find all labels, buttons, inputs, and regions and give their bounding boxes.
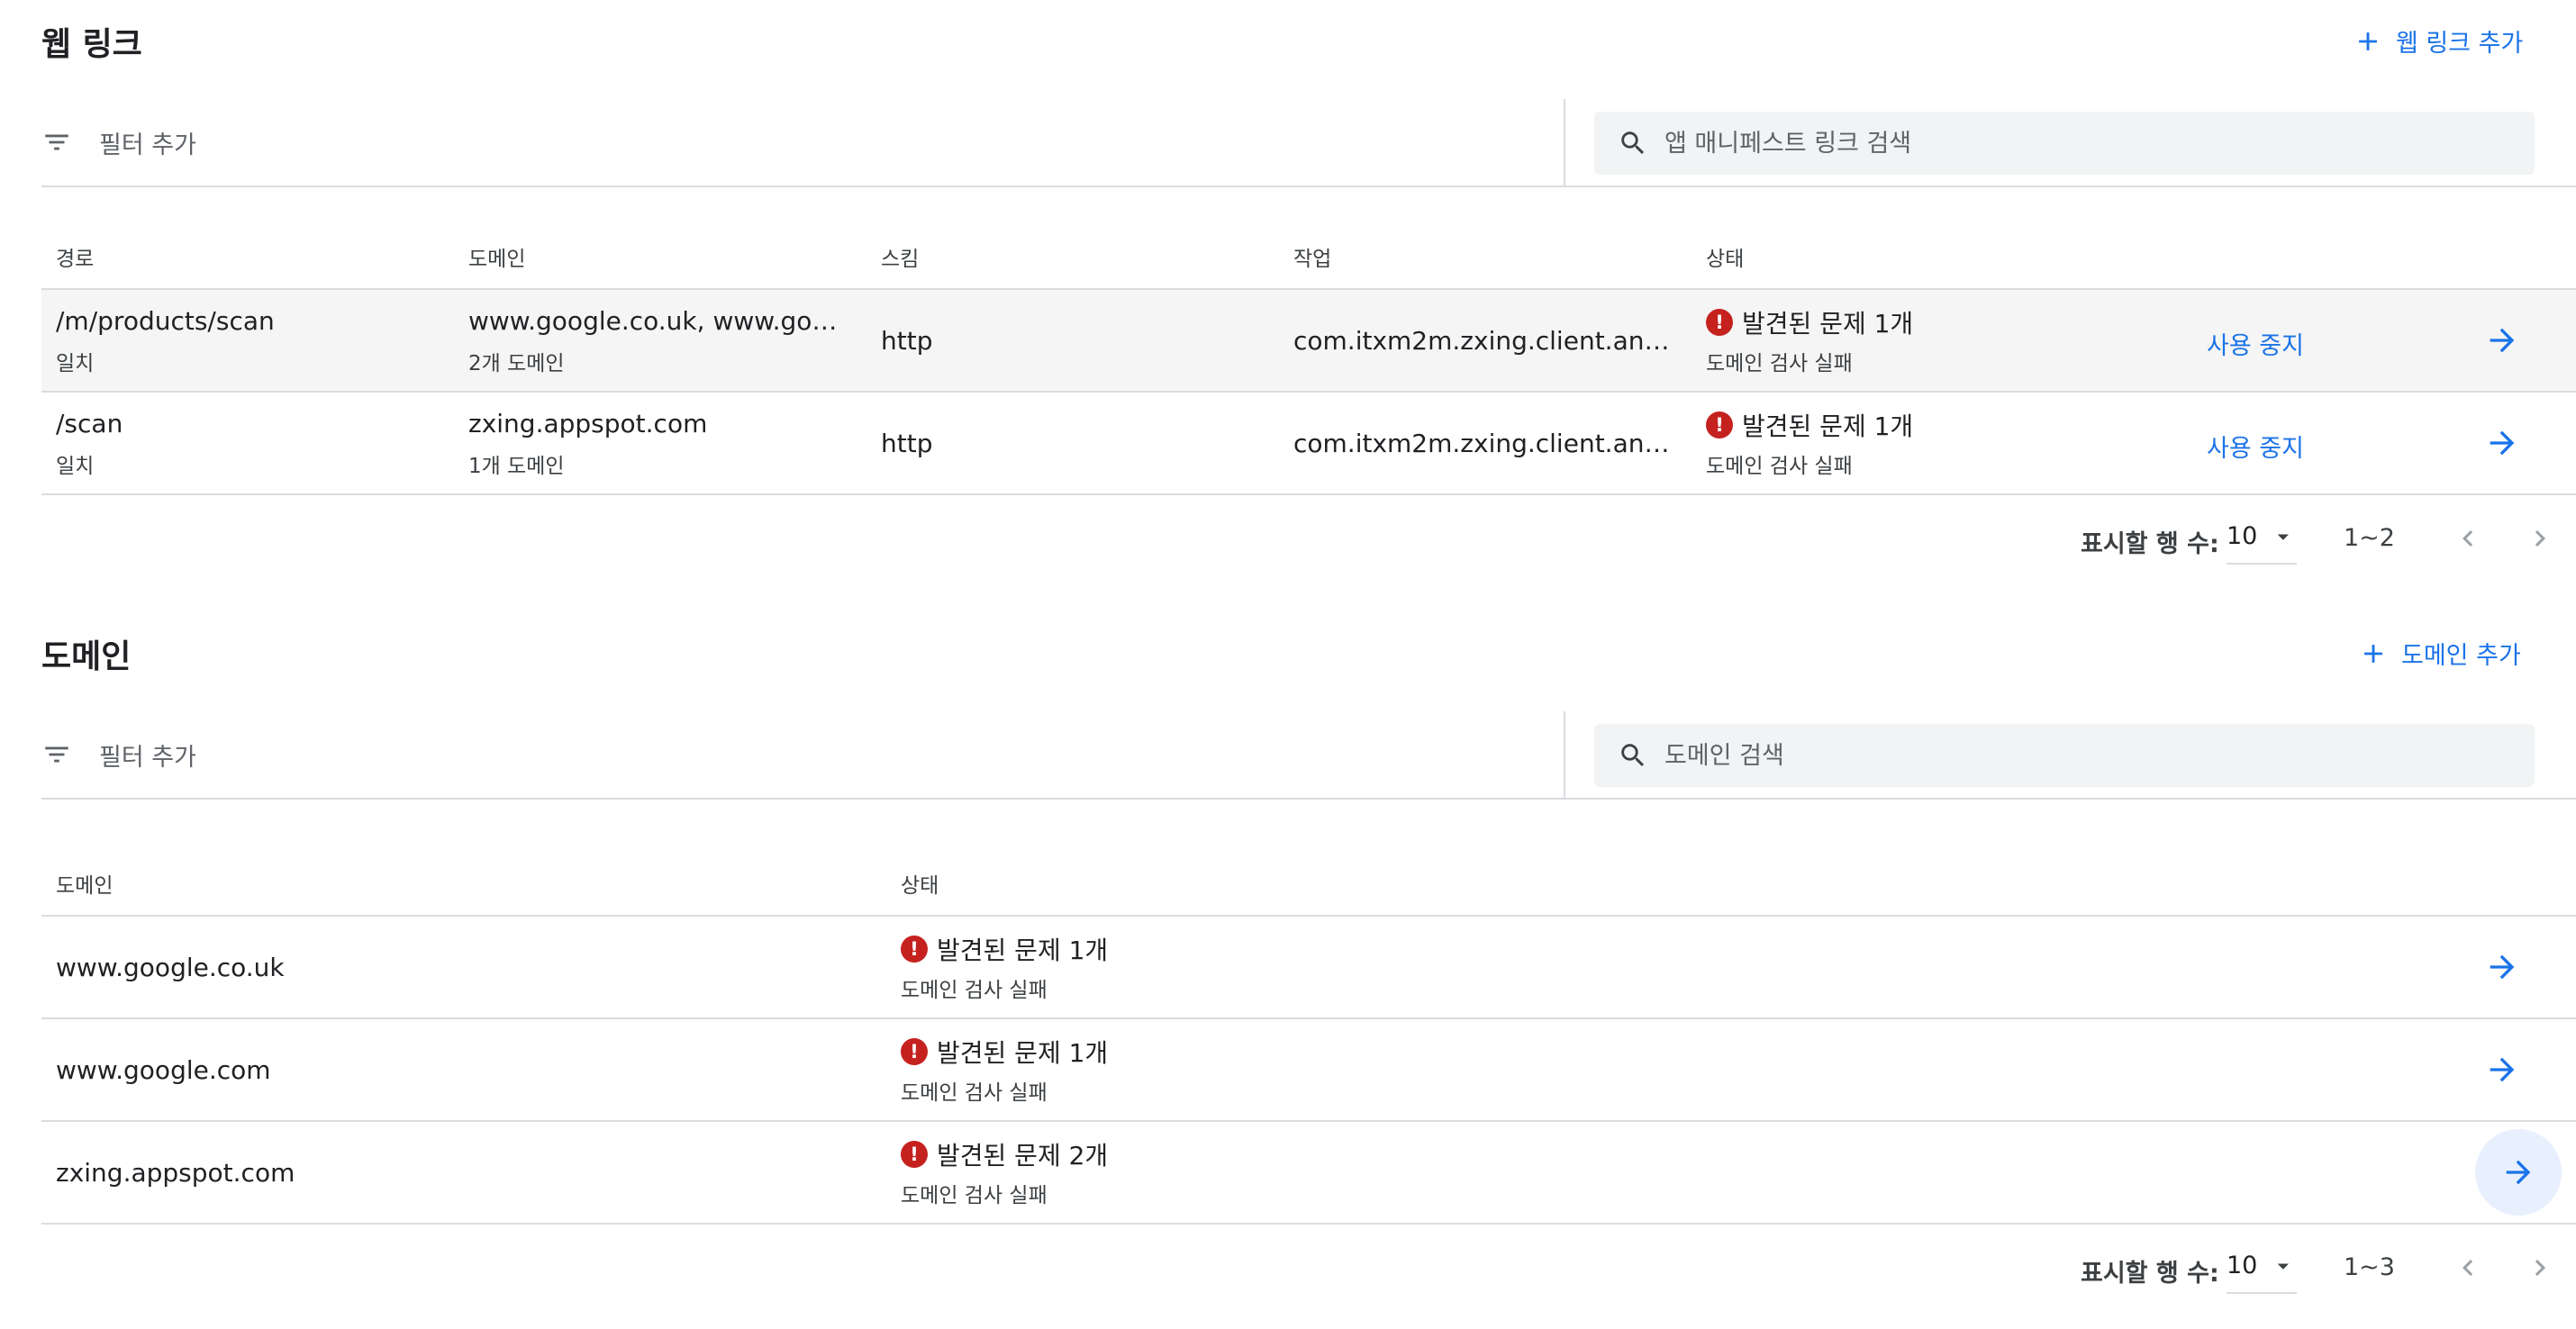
add-weblink-button[interactable]: 웹 링크 추가 [2353,23,2523,59]
arrow-forward-icon[interactable] [2484,425,2520,461]
rows-per-page-select[interactable]: 10 [2227,522,2297,565]
add-domain-label: 도메인 추가 [2401,642,2521,670]
plus-icon [2359,32,2377,50]
row-status: ! 발견된 문제 1개 [1706,407,1913,443]
row-scheme: http [881,429,933,458]
table-row[interactable]: zxing.appspot.com ! 발견된 문제 2개 도메인 검사 실패 [41,1122,2576,1223]
domains-search-input[interactable] [1663,740,2477,771]
row-path: /m/products/scan [56,306,275,336]
weblinks-title: 웹 링크 [41,26,142,63]
rows-per-page-value: 10 [2227,522,2258,550]
chevron-right-icon[interactable] [2524,522,2556,555]
col-header-domain: 도메인 [468,248,526,271]
error-icon: ! [901,936,928,963]
chevron-right-icon[interactable] [2524,1252,2556,1284]
row-divider [41,1223,2576,1225]
arrow-forward-icon[interactable] [2484,1052,2520,1088]
filter-divider [1564,711,1565,798]
row-action: com.itxm2m.zxing.client.android.SCAN [1293,429,1675,458]
error-icon: ! [901,1141,928,1168]
row-status-label: 발견된 문제 2개 [937,1141,1109,1171]
chevron-left-icon[interactable] [2452,522,2484,555]
row-status-sub: 도메인 검사 실패 [901,1184,1048,1207]
rows-per-page-label: 표시할 행 수: [2081,530,2219,558]
row-status: ! 발견된 문제 2개 [901,1136,1108,1172]
row-domain: zxing.appspot.com [468,409,708,438]
row-divider [41,493,2576,495]
rows-per-page-value: 10 [2227,1252,2258,1279]
arrow-forward-icon [2506,1160,2531,1185]
col-header-status: 상태 [1706,248,1745,271]
rows-per-page-select[interactable]: 10 [2227,1252,2297,1294]
row-status-label: 발견된 문제 1개 [937,936,1109,965]
chevron-left-icon[interactable] [2452,1252,2484,1284]
weblinks-search-box[interactable] [1594,112,2535,175]
domains-filter-bar: 필터 추가 [41,711,2576,800]
error-icon: ! [901,1038,928,1065]
row-domain: www.google.co.uk [56,953,285,982]
domains-filter-button[interactable]: 필터 추가 [41,711,1564,798]
row-domain: zxing.appspot.com [56,1158,295,1188]
arrow-forward-button-hover[interactable] [2475,1129,2562,1216]
row-domain-sub: 1개 도메인 [468,455,565,478]
row-action: com.itxm2m.zxing.client.android.SCAN [1293,326,1675,356]
domains-title: 도메인 [41,638,132,675]
table-row[interactable]: /m/products/scan 일치 www.google.co.uk, ww… [41,290,2576,391]
col-header-action: 작업 [1293,248,1332,271]
add-weblink-label: 웹 링크 추가 [2396,30,2524,58]
row-domain-sub: 2개 도메인 [468,352,565,375]
page-range: 1~3 [2344,1253,2395,1281]
row-domain: www.google.co.uk, www.google.com [468,306,850,336]
table-row[interactable]: /scan 일치 zxing.appspot.com 1개 도메인 http c… [41,393,2576,493]
table-row[interactable]: www.google.com ! 발견된 문제 1개 도메인 검사 실패 [41,1019,2576,1120]
domains-filter-label: 필터 추가 [99,743,196,772]
plus-icon [2364,644,2382,663]
row-status: ! 발견된 문제 1개 [901,931,1108,967]
row-status: ! 발견된 문제 1개 [1706,304,1913,340]
rows-per-page-label: 표시할 행 수: [2081,1260,2219,1288]
arrow-forward-icon[interactable] [2484,322,2520,358]
weblinks-filter-bar: 필터 추가 [41,99,2576,187]
row-path-sub: 일치 [56,455,95,478]
row-status-sub: 도메인 검사 실패 [1706,352,1853,375]
col-header-domain: 도메인 [56,874,113,898]
row-scheme: http [881,326,933,356]
filter-icon [45,134,68,150]
row-status: ! 발견된 문제 1개 [901,1034,1108,1070]
dropdown-icon [2278,1263,2290,1270]
row-status-sub: 도메인 검사 실패 [901,979,1048,1002]
domains-search-box[interactable] [1594,724,2535,787]
row-path-sub: 일치 [56,352,95,375]
error-icon: ! [1706,309,1733,336]
weblinks-filter-label: 필터 추가 [99,131,196,159]
page-range: 1~2 [2344,524,2395,552]
row-domain: www.google.com [56,1055,271,1085]
table-row[interactable]: www.google.co.uk ! 발견된 문제 1개 도메인 검사 실패 [41,917,2576,1017]
row-status-label: 발견된 문제 1개 [1742,309,1914,339]
filter-divider [1564,99,1565,185]
weblinks-search-input[interactable] [1663,128,2477,158]
weblinks-filter-button[interactable]: 필터 추가 [41,99,1564,185]
disable-button[interactable]: 사용 중지 [2207,429,2304,464]
disable-button[interactable]: 사용 중지 [2207,326,2304,361]
col-header-path: 경로 [56,248,95,271]
row-status-label: 발견된 문제 1개 [937,1038,1109,1068]
add-domain-button[interactable]: 도메인 추가 [2358,636,2521,671]
row-status-sub: 도메인 검사 실패 [1706,455,1853,478]
arrow-forward-icon[interactable] [2484,949,2520,985]
col-header-scheme: 스킴 [881,248,920,271]
search-icon [1621,744,1645,767]
col-header-status: 상태 [901,874,939,898]
search-icon [1621,131,1645,155]
row-status-sub: 도메인 검사 실패 [901,1081,1048,1105]
dropdown-icon [2278,534,2290,540]
error-icon: ! [1706,411,1733,438]
filter-icon [45,746,68,763]
row-status-label: 발견된 문제 1개 [1742,411,1914,441]
row-path: /scan [56,409,123,438]
